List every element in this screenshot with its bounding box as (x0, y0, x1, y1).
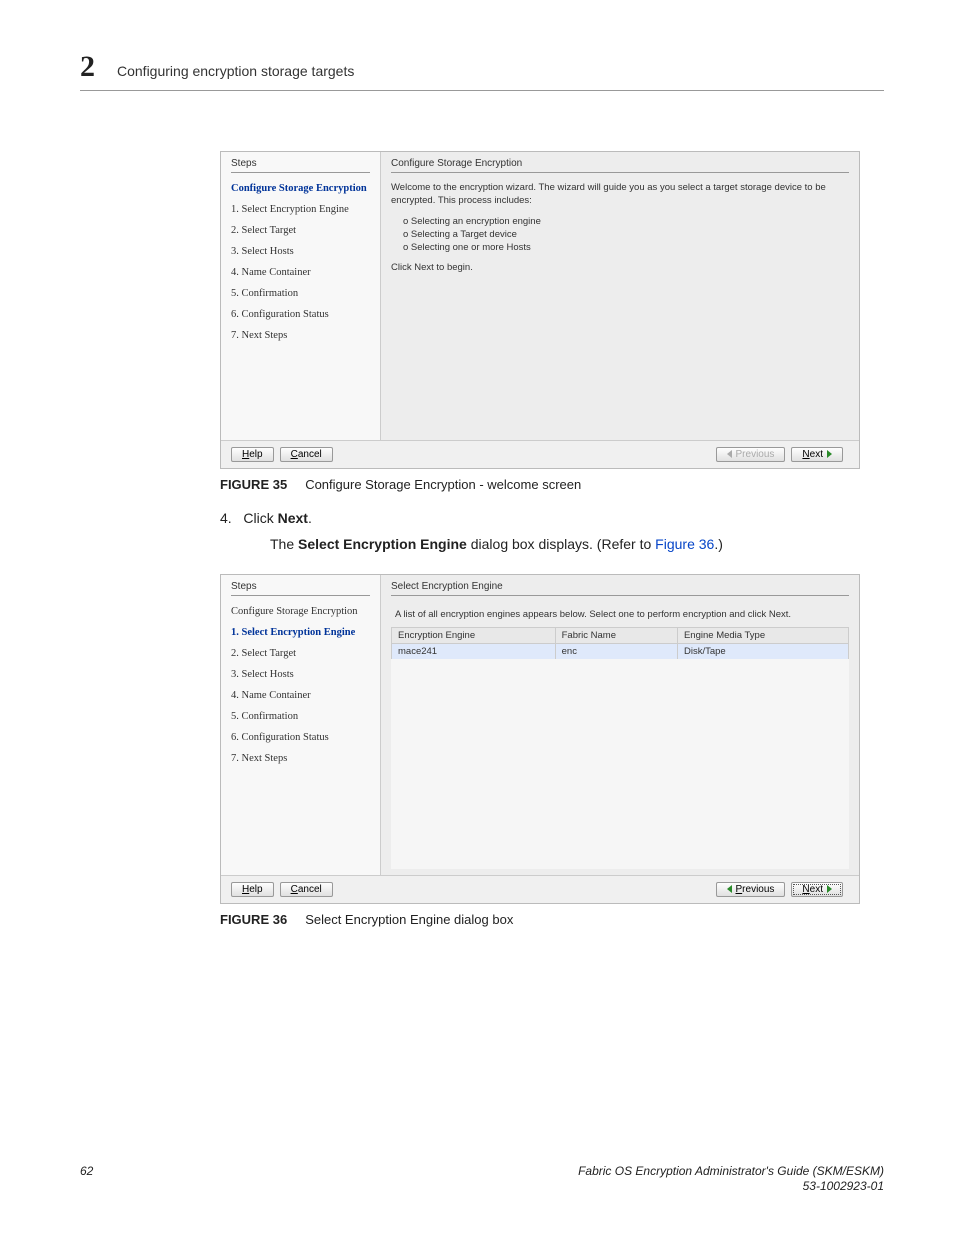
figure-35-caption: FIGURE 35 Configure Storage Encryption - … (220, 477, 884, 492)
content-header: Configure Storage Encryption (391, 158, 849, 173)
page-number: 62 (80, 1164, 93, 1195)
table-empty-area (391, 659, 849, 869)
content-header: Select Encryption Engine (391, 581, 849, 596)
step-item: 3. Select Hosts (231, 246, 370, 257)
figure-text: Select Encryption Engine dialog box (305, 912, 513, 927)
help-button[interactable]: Help (231, 447, 274, 462)
step-title: Configure Storage Encryption (231, 606, 370, 617)
wizard-closing: Click Next to begin. (391, 261, 849, 274)
step-item: 4. Name Container (231, 267, 370, 278)
step-item: 5. Confirmation (231, 288, 370, 299)
figure-label: FIGURE 36 (220, 912, 287, 927)
step-title: Configure Storage Encryption (231, 183, 370, 194)
wizard-content-panel: Select Encryption Engine A list of all e… (381, 575, 859, 875)
previous-button: Previous (716, 447, 786, 462)
figure-35-screenshot: Steps Configure Storage Encryption 1. Se… (220, 151, 884, 469)
triangle-left-icon (727, 450, 732, 458)
chapter-number: 2 (80, 50, 95, 84)
wizard-intro: Welcome to the encryption wizard. The wi… (391, 181, 849, 208)
doc-title: Fabric OS Encryption Administrator's Gui… (578, 1164, 884, 1195)
chapter-title: Configuring encryption storage targets (117, 63, 354, 79)
wizard-content-panel: Configure Storage Encryption Welcome to … (381, 152, 859, 440)
wizard-steps-panel: Steps Configure Storage Encryption 1. Se… (221, 152, 381, 440)
figure-36-caption: FIGURE 36 Select Encryption Engine dialog… (220, 912, 884, 927)
col-header[interactable]: Encryption Engine (392, 628, 556, 644)
table-row[interactable]: mace241 enc Disk/Tape (392, 644, 849, 660)
cell-fabric: enc (555, 644, 677, 660)
triangle-right-icon (827, 450, 832, 458)
page-footer: 62 Fabric OS Encryption Administrator's … (80, 1164, 884, 1195)
figure-text: Configure Storage Encryption - welcome s… (305, 477, 581, 492)
encryption-engine-table[interactable]: Encryption Engine Fabric Name Engine Med… (391, 627, 849, 659)
next-button[interactable]: Next (791, 882, 843, 897)
help-button[interactable]: Help (231, 882, 274, 897)
col-header[interactable]: Engine Media Type (677, 628, 848, 644)
step-item: 6. Configuration Status (231, 309, 370, 320)
step-item: 2. Select Target (231, 648, 370, 659)
steps-header: Steps (231, 158, 370, 173)
step-item: 4. Name Container (231, 690, 370, 701)
cancel-button[interactable]: Cancel (280, 882, 333, 897)
bullet-item: o Selecting an encryption engine (403, 216, 849, 227)
bullet-item: o Selecting one or more Hosts (403, 242, 849, 253)
steps-header: Steps (231, 581, 370, 596)
wizard-desc: A list of all encryption engines appears… (395, 608, 849, 621)
step-item: 3. Select Hosts (231, 669, 370, 680)
next-button[interactable]: Next (791, 447, 843, 462)
step-item: 6. Configuration Status (231, 732, 370, 743)
step-item: 1. Select Encryption Engine (231, 204, 370, 215)
wizard-footer: Help Cancel Previous Next (221, 875, 859, 903)
step-item: 7. Next Steps (231, 753, 370, 764)
step-item: 5. Confirmation (231, 711, 370, 722)
triangle-left-icon (727, 885, 732, 893)
previous-button[interactable]: Previous (716, 882, 786, 897)
figure-36-screenshot: Steps Configure Storage Encryption 1. Se… (220, 574, 884, 904)
cancel-button[interactable]: Cancel (280, 447, 333, 462)
wizard-footer: Help Cancel Previous Next (221, 440, 859, 468)
col-header[interactable]: Fabric Name (555, 628, 677, 644)
bullet-item: o Selecting a Target device (403, 229, 849, 240)
instruction-step-4: 4. Click Next. (220, 510, 884, 526)
chapter-header: 2 Configuring encryption storage targets (80, 50, 884, 91)
step-item: 7. Next Steps (231, 330, 370, 341)
figure-label: FIGURE 35 (220, 477, 287, 492)
instruction-step-4-detail: The Select Encryption Engine dialog box … (270, 536, 884, 552)
cell-engine: mace241 (392, 644, 556, 660)
triangle-right-icon (827, 885, 832, 893)
step-item: 2. Select Target (231, 225, 370, 236)
figure-36-link[interactable]: Figure 36 (655, 536, 714, 552)
cell-media: Disk/Tape (677, 644, 848, 660)
wizard-steps-panel: Steps Configure Storage Encryption 1. Se… (221, 575, 381, 875)
step-current: 1. Select Encryption Engine (231, 627, 370, 638)
